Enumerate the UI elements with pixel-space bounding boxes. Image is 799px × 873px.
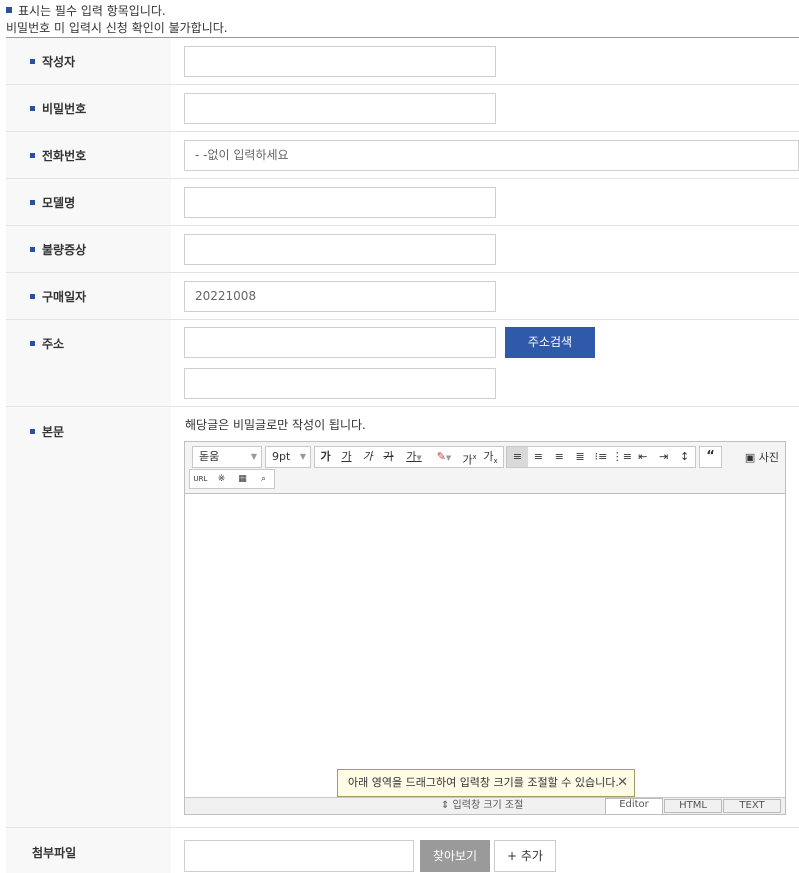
attach-file-input[interactable] (184, 840, 414, 872)
browse-button[interactable]: 찾아보기 (420, 840, 490, 872)
author-input[interactable] (184, 46, 496, 77)
outdent-icon[interactable]: ⇤ (632, 447, 653, 467)
font-size-select[interactable]: 9pt ▼ (265, 446, 311, 468)
required-marker-icon (6, 7, 12, 13)
align-center-icon[interactable]: ≡ (528, 447, 549, 467)
bullet-icon (30, 294, 35, 299)
align-justify-icon[interactable]: ≣ (570, 447, 591, 467)
purchase-label: 구매일자 (42, 290, 87, 304)
editor-content-area[interactable] (185, 494, 785, 798)
quote-group: “ (699, 446, 722, 468)
body-label: 본문 (42, 425, 65, 439)
bullet-icon (30, 59, 35, 64)
add-attachment-button[interactable]: + 추가 (494, 840, 556, 872)
superscript-button[interactable]: 가x (459, 447, 480, 467)
url-icon[interactable]: URL (190, 470, 211, 488)
chevron-down-icon: ▼ (250, 452, 257, 461)
highlighter-icon: ✎ (436, 450, 446, 463)
model-label: 모델명 (42, 196, 76, 210)
line-height-icon[interactable]: ↕ (674, 447, 695, 467)
bullet-icon (30, 106, 35, 111)
resize-tooltip: 아래 영역을 드래그하여 입력창 크기를 조절할 수 있습니다. ✕ (337, 769, 635, 797)
bullet-icon (30, 200, 35, 205)
align-right-icon[interactable]: ≡ (549, 447, 570, 467)
purchase-date-input[interactable]: 20221008 (184, 281, 496, 312)
secret-note: 해당글은 비밀글로만 작성이 됩니다. (185, 418, 366, 432)
ordered-list-icon[interactable]: ⁝≡ (591, 447, 612, 467)
chevron-down-icon: ▼ (299, 452, 306, 461)
special-char-icon[interactable]: ※ (211, 470, 232, 488)
bullet-icon (30, 429, 35, 434)
bullet-icon (30, 153, 35, 158)
align-left-icon[interactable]: ≡ (507, 447, 528, 467)
italic-button[interactable]: 가 (357, 447, 378, 467)
chevron-down-icon: ▼ (445, 454, 452, 462)
notice-line1: 표시는 필수 입력 항목입니다. (18, 4, 166, 18)
address-input-2[interactable] (184, 368, 496, 399)
quote-icon[interactable]: “ (700, 447, 721, 467)
text-format-group: 가 가 가 가 가▼ ✎▼ 가x 가x (314, 446, 504, 468)
password-input[interactable] (184, 93, 496, 124)
indent-icon[interactable]: ⇥ (653, 447, 674, 467)
chevron-down-icon: ▼ (416, 454, 422, 462)
bg-color-button[interactable]: ✎▼ (429, 447, 459, 467)
bullet-icon (30, 341, 35, 346)
text-color-button[interactable]: 가▼ (399, 447, 429, 467)
symptom-input[interactable] (184, 234, 496, 265)
insert-group: URL ※ ▦ ⌕ (189, 469, 275, 489)
tab-text[interactable]: TEXT (723, 799, 781, 813)
table-icon[interactable]: ▦ (232, 470, 253, 488)
model-input[interactable] (184, 187, 496, 218)
symptom-label: 불량증상 (42, 243, 87, 257)
required-notice: 표시는 필수 입력 항목입니다. 비밀번호 미 입력시 신청 확인이 불가합니다… (6, 3, 228, 37)
editor-toolbar: 돋움 ▼ 9pt ▼ 가 가 가 가 가▼ ✎▼ 가x 가x ≡ ≡ ≡ ≣ ⁝≡ … (185, 442, 785, 494)
password-label: 비밀번호 (42, 102, 87, 116)
camera-icon: ▣ (744, 451, 756, 464)
address-label: 주소 (42, 337, 65, 351)
font-family-select[interactable]: 돋움 ▼ (192, 446, 262, 468)
photo-button[interactable]: ▣ 사진 (745, 449, 779, 465)
bullet-icon (30, 247, 35, 252)
tab-html[interactable]: HTML (664, 799, 722, 813)
close-icon[interactable]: ✕ (617, 770, 628, 796)
phone-input[interactable]: - -없이 입력하세요 (184, 140, 799, 171)
subscript-button[interactable]: 가x (480, 447, 501, 467)
phone-label: 전화번호 (42, 149, 87, 163)
paragraph-group: ≡ ≡ ≡ ≣ ⁝≡ ⋮≡ ⇤ ⇥ ↕ (506, 446, 696, 468)
find-icon[interactable]: ⌕ (253, 470, 274, 488)
unordered-list-icon[interactable]: ⋮≡ (611, 447, 632, 467)
address-input-1[interactable] (184, 327, 496, 358)
address-search-button[interactable]: 주소검색 (505, 327, 595, 358)
author-label: 작성자 (42, 55, 76, 69)
notice-line2: 비밀번호 미 입력시 신청 확인이 불가합니다. (6, 21, 228, 35)
tab-editor[interactable]: Editor (605, 798, 663, 814)
resize-label: ⇕ 입력창 크기 조절 (441, 800, 524, 811)
bold-button[interactable]: 가 (315, 447, 336, 467)
strike-button[interactable]: 가 (378, 447, 399, 467)
underline-button[interactable]: 가 (336, 447, 357, 467)
attach-label: 첨부파일 (32, 846, 77, 860)
rich-text-editor: 돋움 ▼ 9pt ▼ 가 가 가 가 가▼ ✎▼ 가x 가x ≡ ≡ ≡ ≣ ⁝≡ … (184, 441, 786, 815)
